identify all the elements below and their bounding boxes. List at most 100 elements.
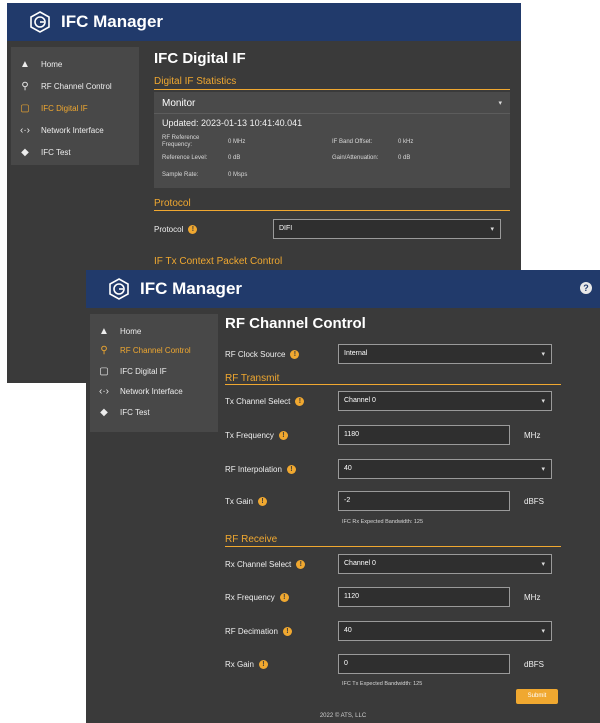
network-arrows-icon: ‹·› — [99, 386, 109, 397]
section-divider — [225, 384, 561, 385]
rx-frequency-value: 1120 — [344, 593, 360, 600]
info-icon[interactable]: ! — [278, 431, 288, 441]
sidebar-item-rf-channel-control[interactable]: ⚲ RF Channel Control — [11, 77, 139, 97]
rx-frequency-input[interactable]: 1120 — [338, 587, 510, 607]
rf-clock-source-value: Internal — [344, 350, 368, 357]
sidebar-item-network-interface[interactable]: ‹·› Network Interface — [11, 121, 139, 141]
chevron-down-icon: ▾ — [541, 466, 545, 473]
sidebar-item-label: IFC Test — [41, 148, 71, 157]
app-title: IFC Manager — [140, 279, 243, 298]
antenna-icon: ⚲ — [21, 81, 29, 92]
rx-gain-input[interactable]: 0 — [338, 654, 510, 674]
monitor-header[interactable]: Monitor — [162, 98, 195, 109]
info-icon[interactable]: ! — [286, 465, 296, 475]
rf-decimation-label: RF Decimation! — [225, 627, 292, 637]
if-band-offset-label: IF Band Offset: — [332, 139, 373, 145]
rf-decimation-value: 40 — [344, 627, 352, 634]
info-icon[interactable]: ! — [296, 560, 306, 570]
tx-bandwidth-hint: IFC Rx Expected Bandwidth: 125 — [342, 519, 424, 525]
sidebar-item-label: Network Interface — [120, 387, 183, 396]
section-protocol: Protocol — [154, 198, 191, 209]
if-band-offset-value: 0 kHz — [398, 139, 414, 145]
sidebar-item-rf-channel-control[interactable]: ⚲ RF Channel Control — [90, 341, 218, 361]
gain-attenuation-value: 0 dB — [398, 155, 411, 161]
rf-reference-label: RF Reference Frequency: — [162, 135, 199, 149]
monitor-divider — [154, 113, 510, 114]
section-digital-if-statistics: Digital IF Statistics — [154, 76, 237, 87]
rx-bandwidth-hint: IFC Tx Expected Bandwidth: 125 — [342, 681, 423, 687]
tx-gain-value: -2 — [344, 497, 351, 504]
section-divider — [225, 546, 561, 547]
rf-reference-label-line1: RF Reference — [162, 135, 200, 141]
sidebar-item-ifc-test[interactable]: ◆ IFC Test — [90, 403, 218, 423]
home-icon: ▲ — [20, 59, 30, 70]
info-icon[interactable]: ! — [188, 225, 198, 235]
sidebar-item-ifc-digital-if[interactable]: ▢ IFC Digital IF — [90, 362, 218, 382]
tx-gain-input[interactable]: -2 — [338, 491, 510, 511]
rf-interpolation-label: RF Interpolation! — [225, 465, 296, 475]
rx-channel-select[interactable]: Channel 0 ▾ — [338, 554, 552, 574]
rx-frequency-unit: MHz — [524, 593, 541, 602]
info-icon[interactable]: ! — [290, 350, 300, 360]
sidebar-item-label: Network Interface — [41, 126, 104, 135]
updated-timestamp: Updated: 2023-01-13 10:41:40.041 — [162, 118, 303, 128]
digital-if-icon: ▢ — [20, 103, 30, 114]
logo-icon — [30, 11, 50, 33]
tx-frequency-input[interactable]: 1180 — [338, 425, 510, 445]
sidebar-item-label: Home — [120, 327, 142, 336]
rx-frequency-label-text: Rx Frequency — [225, 593, 275, 602]
sidebar-item-label: IFC Test — [120, 408, 150, 417]
app-header: IFC Manager — [7, 3, 521, 41]
logo-icon — [109, 278, 129, 300]
sidebar-item-ifc-test[interactable]: ◆ IFC Test — [11, 143, 139, 163]
info-icon[interactable]: ! — [258, 497, 268, 507]
sidebar-item-label: IFC Digital IF — [120, 367, 167, 376]
app-title: IFC Manager — [61, 12, 164, 31]
rf-interpolation-select[interactable]: 40 ▾ — [338, 459, 552, 479]
sidebar-item-home[interactable]: ▲ Home — [11, 55, 139, 75]
section-rf-receive: RF Receive — [225, 534, 278, 545]
chevron-down-icon: ▾ — [541, 628, 545, 635]
antenna-icon: ⚲ — [100, 345, 108, 356]
reference-level-value: 0 dB — [228, 155, 241, 161]
chevron-down-icon[interactable]: ▾ — [498, 99, 502, 107]
rx-gain-label-text: Rx Gain — [225, 660, 254, 669]
digital-if-icon: ▢ — [99, 366, 109, 377]
sidebar-item-label: RF Channel Control — [120, 346, 191, 355]
rf-reference-label-line2: Frequency: — [162, 142, 193, 148]
protocol-select-value: DIFI — [279, 225, 293, 232]
rf-clock-source-select[interactable]: Internal ▾ — [338, 344, 552, 364]
tx-channel-select-value: Channel 0 — [344, 397, 376, 404]
rx-channel-select-label: Rx Channel Select! — [225, 560, 306, 570]
page-title: RF Channel Control — [225, 315, 366, 332]
chevron-down-icon: ▾ — [490, 226, 494, 233]
sidebar: ▲ Home ⚲ RF Channel Control ▢ IFC Digita… — [11, 47, 139, 165]
section-divider — [154, 210, 510, 211]
sidebar-item-label: RF Channel Control — [41, 82, 112, 91]
chevron-down-icon: ▾ — [541, 561, 545, 568]
help-circle-icon[interactable]: ? — [580, 282, 592, 294]
rf-decimation-select[interactable]: 40 ▾ — [338, 621, 552, 641]
info-icon[interactable]: ! — [282, 627, 292, 637]
rf-interpolation-label-text: RF Interpolation — [225, 465, 282, 474]
sidebar-item-network-interface[interactable]: ‹·› Network Interface — [90, 382, 218, 402]
sidebar-item-ifc-digital-if[interactable]: ▢ IFC Digital IF — [11, 99, 139, 119]
section-divider — [154, 89, 510, 90]
chevron-down-icon: ▾ — [541, 351, 545, 358]
submit-button[interactable]: Submit — [516, 689, 558, 704]
monitor-panel: Monitor ▾ Updated: 2023-01-13 10:41:40.0… — [154, 92, 510, 188]
tx-gain-label: Tx Gain! — [225, 497, 268, 507]
gain-attenuation-label: Gain/Attenuation: — [332, 155, 379, 161]
info-icon[interactable]: ! — [279, 593, 289, 603]
section-rf-transmit: RF Transmit — [225, 373, 280, 384]
info-icon[interactable]: ! — [258, 660, 268, 670]
rx-channel-select-label-text: Rx Channel Select — [225, 560, 292, 569]
rx-gain-unit: dBFS — [524, 660, 545, 669]
sidebar-item-home[interactable]: ▲ Home — [90, 322, 218, 342]
tx-channel-select[interactable]: Channel 0 ▾ — [338, 391, 552, 411]
info-icon[interactable]: ! — [295, 397, 305, 407]
tx-channel-select-label: Tx Channel Select! — [225, 397, 305, 407]
front-window: IFC Manager ? ▲ Home ⚲ RF Channel Contro… — [86, 270, 600, 723]
tx-frequency-label-text: Tx Frequency — [225, 431, 274, 440]
protocol-select[interactable]: DIFI ▾ — [273, 219, 501, 239]
